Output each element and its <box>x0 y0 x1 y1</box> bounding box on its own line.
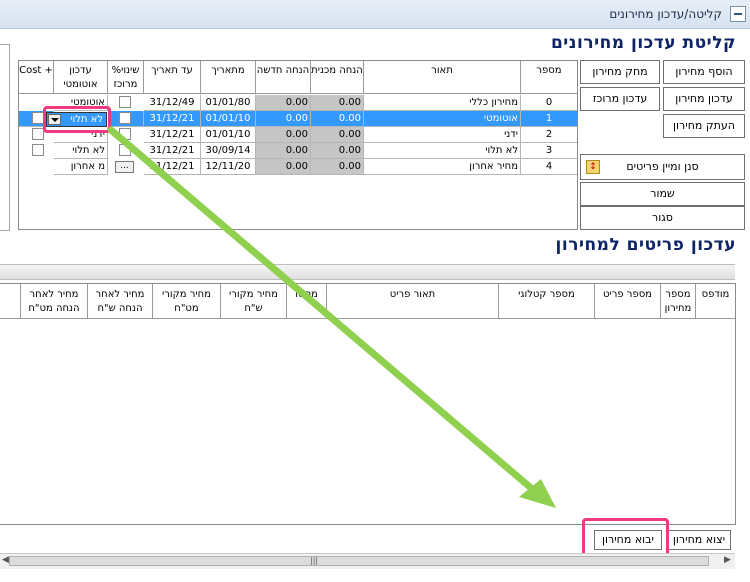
cell-system-discount: 0.00 <box>311 143 364 159</box>
cell-auto-update[interactable]: מ אחרון <box>54 159 108 175</box>
cell-new-discount: 0.00 <box>256 143 311 159</box>
delete-pricelist-button[interactable]: מחק מחירון <box>580 60 660 84</box>
central-change-checkbox[interactable] <box>119 128 131 140</box>
header-to-date: עד תאריך <box>144 61 201 94</box>
cell-from-date: 01/01/10 <box>201 127 256 143</box>
filter-sort-label: סנן ומיין פריטים <box>626 160 699 173</box>
header-description: תאור <box>364 61 521 94</box>
cell-number: 2 <box>521 127 577 143</box>
cell-number: 3 <box>521 143 577 159</box>
horizontal-scrollbar[interactable]: ◀ ||| ▶ <box>0 553 735 569</box>
cell-to-date: 31/12/49 <box>144 95 201 111</box>
central-change-checkbox[interactable] <box>119 96 131 108</box>
export-pricelist-button[interactable]: יצוא מחירון <box>667 530 731 550</box>
header-from-date: מתאריך <box>201 61 256 94</box>
cell-description: אוטומטי <box>364 111 521 127</box>
cell-number: 1 <box>521 111 577 127</box>
cell-from-date: 01/01/80 <box>201 95 256 111</box>
cell-number: 0 <box>521 95 577 111</box>
header-original-price-nis: מחיר מקורי ש"ח <box>221 284 287 319</box>
cell-to-date: 31/12/21 <box>144 143 201 159</box>
header-blank <box>0 284 21 319</box>
header-status: מסטו <box>287 284 327 319</box>
cell-description: מחירון כללי <box>364 95 521 111</box>
cell-system-discount: 0.00 <box>311 95 364 111</box>
header-original-price-vat: מחיר מקורי מט"ח <box>153 284 221 319</box>
header-pricelist-number: מספר מחירון <box>661 284 696 319</box>
window-menu-icon[interactable] <box>730 6 746 22</box>
scroll-left-icon[interactable]: ◀ <box>2 555 9 565</box>
cell-new-discount: 0.00 <box>256 95 311 111</box>
window-title: קליטה/עדכון מחירונים <box>609 7 722 21</box>
cell-system-discount: 0.00 <box>311 127 364 143</box>
cell-to-date: 31/12/21 <box>144 111 201 127</box>
header-modified: מודפס <box>696 284 735 319</box>
cell-from-date: 30/09/14 <box>201 143 256 159</box>
ellipsis-button[interactable]: ... <box>115 161 134 173</box>
items-table: מחיר לאחר הנחה מט"ח מחיר לאחר הנחה ש"ח מ… <box>0 283 736 525</box>
cell-system-discount: 0.00 <box>311 111 364 127</box>
add-pricelist-button[interactable]: הוסף מחירון <box>663 60 745 84</box>
cell-description: לא תלוי <box>364 143 521 159</box>
header-item-description: תאור פריט <box>327 284 499 319</box>
cell-to-date: 31/12/21 <box>144 127 201 143</box>
cell-auto-update[interactable]: לא תלוי <box>54 143 108 159</box>
cell-from-date: 12/11/20 <box>201 159 256 175</box>
update-pricelist-button[interactable]: עדכון מחירון <box>663 87 745 111</box>
cell-to-date: 31/12/21 <box>144 159 201 175</box>
central-change-checkbox[interactable] <box>119 112 131 124</box>
items-grid-toolbar <box>0 264 735 280</box>
window-title-bar: קליטה/עדכון מחירונים <box>0 0 750 29</box>
cell-new-discount: 0.00 <box>256 127 311 143</box>
cell-new-discount: 0.00 <box>256 159 311 175</box>
central-update-button[interactable]: עדכון מרוכז <box>580 87 660 111</box>
header-number: מספר <box>521 61 577 94</box>
scrollbar-thumb[interactable] <box>9 556 709 566</box>
filter-sort-items-button[interactable]: ↕ סנן ומיין פריטים <box>580 154 745 180</box>
header-catalog-number: מספר קטלוגי <box>499 284 595 319</box>
save-button[interactable]: שמור <box>580 182 745 206</box>
cell-number: 4 <box>521 159 577 175</box>
header-cost: Cost + <box>19 61 54 94</box>
header-system-discount: הנחה מכנית <box>311 61 364 94</box>
left-panel-edge <box>0 44 10 231</box>
central-change-checkbox[interactable] <box>119 144 131 156</box>
cell-new-discount: 0.00 <box>256 111 311 127</box>
close-button[interactable]: סגור <box>580 206 745 230</box>
cost-plus-checkbox[interactable] <box>32 144 44 156</box>
header-price-after-discount-vat: מחיר לאחר הנחה מט"ח <box>21 284 88 319</box>
header-auto-update: עדכון אוטומטי <box>54 61 108 94</box>
highlight-box-dropdown <box>43 106 111 133</box>
scroll-right-icon[interactable]: ▶ <box>724 555 731 565</box>
filter-sort-icon: ↕ <box>586 160 600 174</box>
bottom-section-title: עדכון פריטים למחירון <box>555 235 736 255</box>
scrollbar-grip-icon: ||| <box>310 556 319 565</box>
header-price-after-discount-nis: מחיר לאחר הנחה ש"ח <box>88 284 153 319</box>
header-central-change: שינוי% מרוכז <box>108 61 144 94</box>
cell-from-date: 01/01/10 <box>201 111 256 127</box>
cell-description: ידני <box>364 127 521 143</box>
copy-pricelist-button[interactable]: העתק מחירון <box>663 114 745 138</box>
top-section-title: קליטת עדכון מחירונים <box>550 33 736 53</box>
header-item-number: מספר פריט <box>595 284 661 319</box>
pricelists-table: Cost + עדכון אוטומטי שינוי% מרוכז עד תאר… <box>18 60 578 230</box>
cell-description: מחיר אחרון <box>364 159 521 175</box>
header-new-discount: הנחה חדשה <box>256 61 311 94</box>
cell-system-discount: 0.00 <box>311 159 364 175</box>
